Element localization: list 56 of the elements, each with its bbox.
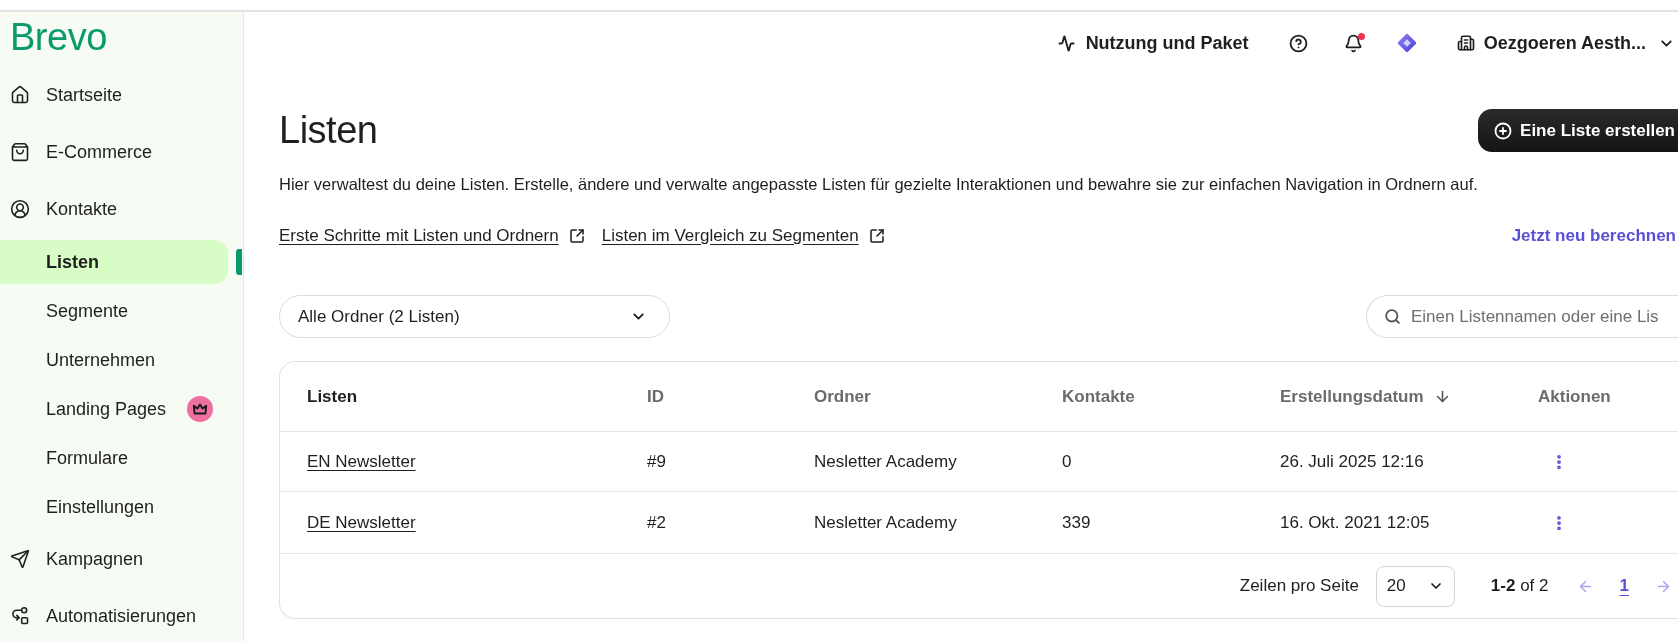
activity-icon bbox=[1057, 34, 1075, 52]
sidebar-subitem[interactable]: Einstellungen bbox=[46, 496, 155, 518]
shopping-bag-icon bbox=[10, 142, 30, 162]
table-cell: 26. Juli 2025 12:16 bbox=[1280, 450, 1424, 473]
sidebar-subitem[interactable]: Segmente bbox=[46, 300, 129, 322]
home-icon bbox=[10, 85, 30, 105]
list-name-link[interactable]: EN Newsletter bbox=[307, 450, 416, 473]
table-cell: 0 bbox=[1062, 450, 1072, 473]
usage-link[interactable]: Nutzung und Paket bbox=[1057, 32, 1249, 54]
column-header[interactable]: Erstellungsdatum bbox=[1280, 385, 1451, 408]
search-icon bbox=[1384, 308, 1401, 325]
column-header[interactable]: Ordner bbox=[814, 385, 871, 408]
folder-select[interactable]: Alle Ordner (2 Listen) bbox=[279, 295, 670, 338]
help-link[interactable]: Listen im Vergleich zu Segmenten bbox=[601, 225, 885, 247]
table-cell: Nesletter Academy bbox=[814, 511, 957, 534]
search-field[interactable]: Einen Listennamen oder eine Lis bbox=[1366, 295, 1678, 338]
column-header[interactable]: ID bbox=[647, 385, 664, 408]
sidebar-subitem[interactable]: Formulare bbox=[46, 447, 129, 469]
column-header[interactable]: Aktionen bbox=[1538, 385, 1611, 408]
diamond-icon[interactable] bbox=[1396, 33, 1417, 53]
sidebar-item[interactable]: E-Commerce bbox=[10, 141, 152, 163]
sidebar-subitem[interactable]: Unternehmen bbox=[46, 349, 156, 371]
external-link-icon bbox=[568, 228, 585, 244]
page-link[interactable]: 1 bbox=[1619, 575, 1629, 597]
paper-plane-icon bbox=[10, 549, 30, 569]
create-list-button[interactable]: Eine Liste erstellen bbox=[1478, 109, 1678, 152]
help-link[interactable]: Erste Schritte mit Listen und Ordnern bbox=[279, 225, 585, 247]
sidebar-item[interactable]: Kampagnen bbox=[10, 548, 144, 570]
account-menu-button[interactable]: Oezgoeren Aesth... bbox=[1456, 32, 1675, 54]
workflow-icon bbox=[10, 606, 30, 626]
sidebar-item[interactable]: Kontakte bbox=[10, 198, 118, 220]
page-range-text: 1-2 of 2 bbox=[1490, 575, 1549, 597]
user-circle-icon bbox=[10, 199, 30, 219]
sidebar-item[interactable]: Automatisierungen bbox=[10, 605, 197, 627]
rows-per-page-select[interactable]: 20 bbox=[1375, 565, 1455, 607]
list-name-link[interactable]: DE Newsletter bbox=[307, 511, 416, 534]
rows-per-page-label: Zeilen pro Seite bbox=[1239, 575, 1359, 597]
sidebar-subitem[interactable]: Listen bbox=[0, 240, 228, 284]
table-cell: #2 bbox=[647, 511, 666, 534]
table-cell: Nesletter Academy bbox=[814, 450, 957, 473]
plus-circle-icon bbox=[1494, 121, 1513, 140]
column-header[interactable]: Listen bbox=[307, 385, 358, 408]
table-cell: #9 bbox=[647, 450, 666, 473]
bell-icon[interactable] bbox=[1343, 33, 1363, 53]
building-icon bbox=[1456, 34, 1475, 52]
page-title: Listen bbox=[279, 109, 378, 152]
column-header[interactable]: Kontakte bbox=[1062, 385, 1135, 408]
table-cell: 339 bbox=[1062, 511, 1091, 534]
external-link-icon bbox=[868, 228, 885, 244]
help-icon[interactable] bbox=[1288, 33, 1308, 53]
selection-indicator bbox=[236, 249, 242, 275]
page-description: Hier verwaltest du deine Listen. Erstelle, ändere und verwalte angepasste Listen für gezielte Interaktionen und bewahre sie zur einfachen Navigation in Ordnern auf. bbox=[279, 174, 1479, 195]
sidebar-subitem[interactable]: Landing Pages bbox=[46, 396, 214, 422]
table-cell: 16. Okt. 2021 12:05 bbox=[1280, 511, 1430, 534]
sidebar-item[interactable]: Startseite bbox=[10, 84, 123, 106]
recalculate-link[interactable]: Jetzt neu berechnen bbox=[1511, 225, 1678, 247]
